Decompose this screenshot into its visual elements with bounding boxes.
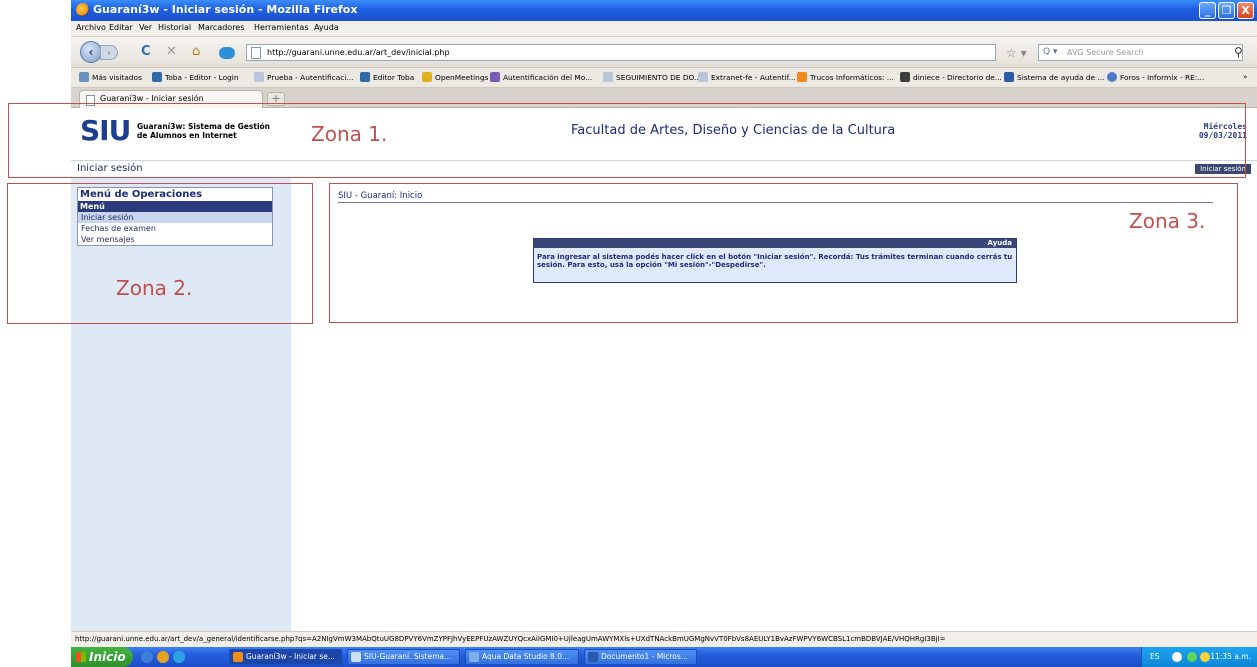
- bookmarks-toolbar: Más visitados Toba - Editor - Login Prue…: [71, 68, 1257, 88]
- menu-historial[interactable]: Historial: [158, 23, 191, 32]
- bookmark-item[interactable]: OpenMeetings: [422, 72, 488, 84]
- system-tray: ES 11:35 a.m.: [1141, 647, 1257, 667]
- bookmark-item[interactable]: Prueba - Autentificaci...: [254, 72, 353, 84]
- title-bar: Guaraní3w - Iniciar sesión - Mozilla Fir…: [71, 0, 1257, 21]
- taskbar-item[interactable]: Guaraní3w - Iniciar se...: [229, 649, 342, 665]
- tray-icon[interactable]: [1172, 652, 1182, 662]
- zone-3-label: Zona 3.: [1129, 209, 1206, 233]
- url-bar[interactable]: http://guarani.unne.edu.ar/art_dev/inici…: [246, 44, 996, 61]
- status-url: http://guarani.unne.edu.ar/art_dev/a_gen…: [75, 635, 946, 643]
- bookmark-item[interactable]: Extranet-fe - Autentif...: [698, 72, 796, 84]
- menu-ver[interactable]: Ver: [139, 23, 152, 32]
- zone-3-box: [329, 183, 1238, 323]
- menu-editar[interactable]: Editar: [109, 23, 133, 32]
- chevron-right-icon[interactable]: »: [1243, 72, 1248, 84]
- minimize-button[interactable]: _: [1199, 2, 1216, 19]
- clock: 11:35 a.m.: [1210, 652, 1251, 661]
- quicklaunch-icon[interactable]: [141, 651, 153, 663]
- bookmark-item[interactable]: Editor Toba: [360, 72, 414, 84]
- bookmark-item[interactable]: Trucos Informáticos: ...: [797, 72, 894, 84]
- forward-icon[interactable]: ›: [100, 45, 118, 60]
- firefox-window: Guaraní3w - Iniciar sesión - Mozilla Fir…: [71, 0, 1257, 667]
- zone-2-label: Zona 2.: [116, 276, 193, 300]
- bookmark-item[interactable]: Toba - Editor - Login: [152, 72, 239, 84]
- taskbar: Inicio Guaraní3w - Iniciar se... SIU-Gua…: [71, 647, 1257, 667]
- page-icon: [251, 47, 261, 59]
- start-label: Inicio: [89, 650, 126, 664]
- taskbar-item[interactable]: Documento1 - Micros...: [584, 649, 697, 665]
- menu-archivo[interactable]: Archivo: [76, 23, 106, 32]
- quicklaunch-icon[interactable]: [173, 651, 185, 663]
- bookmark-item[interactable]: Sistema de ayuda de ...: [1004, 72, 1105, 84]
- tray-icon[interactable]: [1187, 652, 1197, 662]
- menu-marcadores[interactable]: Marcadores: [198, 23, 244, 32]
- start-button[interactable]: Inicio: [71, 647, 133, 667]
- bookmark-star-icon[interactable]: ☆ ▾: [1006, 46, 1027, 60]
- search-placeholder: AVG Secure Search: [1067, 48, 1144, 57]
- reload-icon[interactable]: C: [141, 45, 151, 59]
- tray-icon[interactable]: [1200, 652, 1210, 662]
- menu-ayuda[interactable]: Ayuda: [314, 23, 339, 32]
- stop-icon[interactable]: ✕: [166, 45, 177, 59]
- language-indicator[interactable]: ES: [1150, 647, 1160, 667]
- home-icon[interactable]: ⌂: [192, 45, 200, 59]
- quicklaunch-icon[interactable]: [157, 651, 169, 663]
- back-icon[interactable]: ‹: [80, 41, 102, 63]
- bookmark-item[interactable]: Foros - Informix - RE:...: [1107, 72, 1204, 84]
- menu-herramientas[interactable]: Herramientas: [254, 23, 309, 32]
- menu-bar: Archivo Editar Ver Historial Marcadores …: [71, 21, 1257, 37]
- zone-2-box: [7, 183, 313, 324]
- search-engine-icon[interactable]: Q ▾: [1043, 47, 1057, 57]
- close-button[interactable]: X: [1237, 2, 1254, 19]
- bookmark-item[interactable]: SEGUIMIENTO DE DO...: [603, 72, 701, 84]
- url-text: http://guarani.unne.edu.ar/art_dev/inici…: [267, 48, 450, 57]
- search-input[interactable]: Q ▾ AVG Secure Search: [1038, 44, 1243, 61]
- taskbar-item[interactable]: Aqua Data Studio 8.0...: [465, 649, 579, 665]
- maximize-button[interactable]: ❐: [1218, 2, 1235, 19]
- zone-1-label: Zona 1.: [311, 122, 388, 146]
- navigation-toolbar: ‹ › C ✕ ⌂ http://guarani.unne.edu.ar/art…: [71, 37, 1257, 68]
- bookmark-item[interactable]: Autentificación del Mo...: [490, 72, 592, 84]
- status-bar: http://guarani.unne.edu.ar/art_dev/a_gen…: [71, 631, 1257, 647]
- avg-icon[interactable]: [219, 47, 235, 59]
- bookmark-item[interactable]: Más visitados: [79, 72, 142, 84]
- tab-title: Guaraní3w - Iniciar sesión: [100, 94, 204, 103]
- zone-1-box: [8, 103, 1246, 178]
- screenshot: Guaraní3w - Iniciar sesión - Mozilla Fir…: [0, 0, 1257, 667]
- taskbar-item[interactable]: SIU-Guaraní. Sistema...: [347, 649, 460, 665]
- windows-flag-icon: [76, 652, 86, 662]
- firefox-icon: [76, 3, 90, 17]
- bookmark-item[interactable]: diniece - Directorio de...: [900, 72, 1002, 84]
- window-title: Guaraní3w - Iniciar sesión - Mozilla Fir…: [93, 3, 358, 16]
- search-icon[interactable]: ⚲: [1234, 45, 1243, 59]
